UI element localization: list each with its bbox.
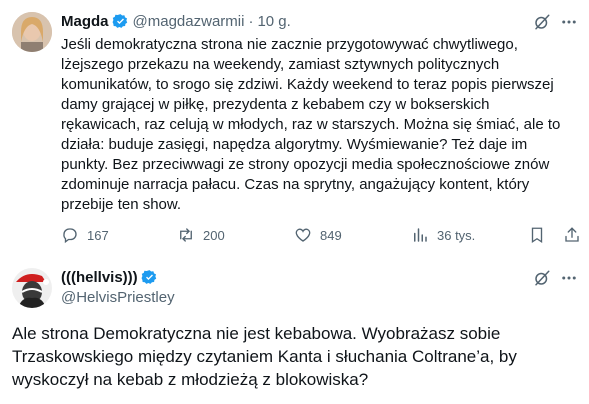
verified-badge-icon — [112, 13, 129, 30]
tweet-text: Jeśli demokratyczna strona nie zacznie p… — [61, 36, 561, 213]
reply-icon — [63, 228, 77, 244]
reply-button[interactable]: 167 — [61, 226, 109, 244]
reply-author-avatar[interactable] — [12, 268, 52, 308]
grok-icon[interactable] — [533, 13, 551, 31]
reply-author-name[interactable]: (((hellvis))) — [61, 269, 138, 286]
repost-count: 200 — [203, 227, 225, 243]
share-icon[interactable] — [563, 226, 581, 244]
more-icon[interactable] — [560, 13, 578, 31]
bookmark-icon[interactable] — [528, 226, 546, 244]
views-button[interactable]: 36 tys. — [411, 226, 475, 244]
verified-badge-icon — [141, 269, 158, 286]
grok-icon[interactable] — [533, 269, 551, 287]
reply-header: (((hellvis))) — [61, 267, 158, 287]
like-button[interactable]: 849 — [294, 226, 342, 244]
reply-text: Ale strona Demokratyczna nie jest kebabo… — [12, 324, 517, 389]
like-count: 849 — [320, 227, 342, 243]
tweet-actions: 167 200 849 36 tys. — [61, 226, 581, 248]
repost-icon — [180, 228, 192, 242]
like-icon — [295, 228, 311, 242]
tweet-header: Magda @magdazwarmii · 10 g. — [61, 11, 291, 31]
more-icon[interactable] — [560, 269, 578, 287]
timestamp[interactable]: 10 g. — [257, 13, 290, 30]
repost-button[interactable]: 200 — [177, 226, 225, 244]
separator: · — [248, 12, 254, 30]
avatar-image — [12, 12, 52, 52]
author-avatar[interactable] — [12, 12, 52, 52]
views-count: 36 tys. — [437, 227, 476, 243]
views-icon — [414, 228, 427, 242]
reply-avatar-image — [12, 268, 52, 308]
author-handle[interactable]: @magdazwarmii — [133, 13, 245, 30]
reply-count: 167 — [87, 227, 109, 243]
author-name[interactable]: Magda — [61, 13, 109, 30]
reply-author-handle[interactable]: @HelvisPriestley — [61, 289, 175, 306]
